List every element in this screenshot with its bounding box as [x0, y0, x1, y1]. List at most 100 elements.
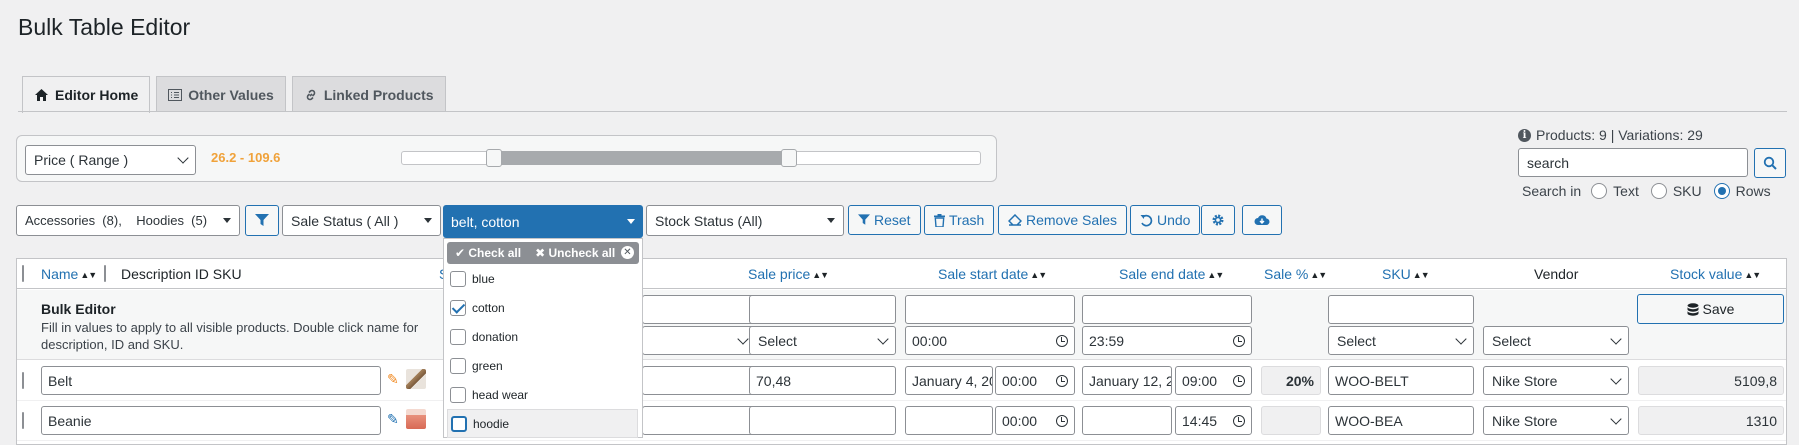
- bulk-sale-start-input[interactable]: [905, 295, 1075, 324]
- bulk-end-time-input[interactable]: 23:59: [1082, 326, 1252, 355]
- bulk-status-input[interactable]: [642, 295, 756, 324]
- tab-linked-products[interactable]: Linked Products: [291, 76, 446, 112]
- tag-checkbox[interactable]: [451, 415, 467, 432]
- filter-icon: [255, 214, 269, 226]
- reset-button[interactable]: Reset: [848, 205, 921, 235]
- col-name-header[interactable]: Name ▲▼: [41, 266, 97, 282]
- sku-value: WOO-BEA: [1335, 412, 1403, 429]
- sale-status-value: Sale Status ( All ): [291, 212, 399, 229]
- sort-icon: ▲▼: [1207, 270, 1224, 280]
- tag-checkbox[interactable]: [450, 357, 466, 374]
- col-sale-price-header[interactable]: Sale price ▲▼: [748, 266, 829, 282]
- sale-price-input[interactable]: 70,48: [749, 366, 896, 395]
- bulk-sale-end-input[interactable]: [1082, 295, 1252, 324]
- undo-button[interactable]: Undo: [1130, 205, 1201, 235]
- sale-end-date-input[interactable]: January 12, 20: [1082, 366, 1172, 395]
- cloud-download-button[interactable]: [1242, 205, 1282, 235]
- settings-button[interactable]: [1201, 205, 1235, 235]
- row-checkbox[interactable]: [22, 412, 24, 429]
- sku-input[interactable]: WOO-BEA: [1328, 406, 1474, 435]
- bulk-vendor-select[interactable]: Select: [1483, 326, 1629, 355]
- bulk-sale-price-select[interactable]: Select: [749, 326, 896, 355]
- price-filter-select[interactable]: Price ( Range ): [25, 145, 196, 175]
- bulk-sale-price-input[interactable]: [749, 295, 896, 324]
- col-sale-start-header[interactable]: Sale start date ▲▼: [938, 266, 1047, 282]
- stock-status-select[interactable]: Stock Status (All): [646, 205, 844, 236]
- tags-multiselect[interactable]: belt, cotton: [443, 205, 643, 238]
- tag-option-blue[interactable]: blue: [447, 264, 639, 293]
- edit-icon[interactable]: ✎: [387, 411, 399, 428]
- bulk-status-select[interactable]: [642, 326, 756, 355]
- sku-input[interactable]: WOO-BELT: [1328, 366, 1474, 395]
- tag-option-label: blue: [472, 271, 495, 286]
- close-icon[interactable]: ✕: [621, 246, 634, 259]
- tab-other-values[interactable]: Other Values: [156, 76, 286, 112]
- search-button[interactable]: [1754, 148, 1786, 178]
- tag-option-label: head wear: [472, 387, 529, 402]
- bulk-sku-input[interactable]: [1328, 295, 1474, 324]
- tag-checkbox[interactable]: [450, 386, 466, 403]
- col-sale-end-header[interactable]: Sale end date ▲▼: [1119, 266, 1224, 282]
- vendor-select[interactable]: Nike Store: [1483, 406, 1629, 435]
- sale-start-time-input[interactable]: 00:00: [995, 406, 1075, 435]
- remove-sales-button[interactable]: Remove Sales: [998, 205, 1128, 235]
- gear-icon: [1212, 214, 1224, 226]
- slider-handle-max[interactable]: [781, 149, 798, 167]
- sale-start-date-input[interactable]: [905, 406, 993, 435]
- trash-icon: [934, 213, 945, 227]
- tab-label: Other Values: [188, 86, 274, 103]
- radio-rows[interactable]: [1713, 183, 1730, 199]
- filter-button[interactable]: [245, 205, 279, 236]
- tag-option-cotton[interactable]: cotton: [447, 293, 639, 322]
- sale-status-select[interactable]: Sale Status ( All ): [282, 205, 441, 236]
- tag-checkbox[interactable]: [450, 270, 466, 287]
- row-checkbox[interactable]: [22, 372, 24, 389]
- tag-option-hoodie[interactable]: hoodie: [447, 409, 638, 438]
- sale-end-time-input[interactable]: 09:00: [1175, 366, 1252, 395]
- radio-text[interactable]: [1591, 183, 1608, 199]
- sale-end-date-input[interactable]: [1082, 406, 1172, 435]
- select-all-checkbox[interactable]: [22, 265, 24, 282]
- tag-option-label: hoodie: [473, 416, 510, 431]
- products-table: Name▲▼ Description ID SKU S Sale price▲▼…: [16, 258, 1787, 445]
- vendor-value: Nike Store: [1492, 412, 1558, 429]
- product-name-input[interactable]: Beanie: [41, 406, 381, 435]
- save-button[interactable]: Save: [1637, 294, 1784, 324]
- product-status-input[interactable]: [642, 406, 756, 435]
- edit-icon[interactable]: ✎: [387, 371, 399, 388]
- product-thumbnail[interactable]: [406, 369, 426, 389]
- tag-checkbox[interactable]: [450, 299, 466, 316]
- category-filter-select[interactable]: Accessories (8), Hoodies (5): [16, 205, 240, 236]
- col-sku-header[interactable]: SKU ▲▼: [1382, 266, 1430, 282]
- tag-option-head-wear[interactable]: head wear: [447, 380, 639, 409]
- stock-value-value: 1310: [1745, 412, 1777, 429]
- sale-end-time-input[interactable]: 14:45: [1175, 406, 1252, 435]
- sale-start-time-input[interactable]: 00:00: [995, 366, 1075, 395]
- sale-start-date-input[interactable]: January 4, 202: [905, 366, 993, 395]
- col-sale-pct-header[interactable]: Sale % ▲▼: [1264, 266, 1327, 282]
- bulk-sku-select[interactable]: Select: [1328, 326, 1474, 355]
- vendor-select[interactable]: Nike Store: [1483, 366, 1629, 395]
- bulk-start-time-input[interactable]: 00:00: [905, 326, 1075, 355]
- check-all-button[interactable]: ✔ Check all: [455, 246, 521, 260]
- col-stock-value-label: Stock value: [1670, 266, 1743, 282]
- radio-sku[interactable]: [1650, 183, 1667, 199]
- col-sale-price-label: Sale price: [748, 266, 811, 282]
- desc-id-sku-checkbox[interactable]: [104, 265, 106, 282]
- slider-handle-min[interactable]: [486, 149, 503, 167]
- product-name-input[interactable]: Belt: [41, 366, 381, 395]
- product-thumbnail[interactable]: [406, 409, 426, 429]
- search-input[interactable]: search: [1518, 148, 1748, 177]
- tab-editor-home[interactable]: Editor Home: [22, 76, 151, 113]
- radio-sku-label: SKU: [1672, 183, 1702, 199]
- uncheck-all-button[interactable]: ✖ Uncheck all: [535, 246, 615, 260]
- trash-button[interactable]: Trash: [924, 205, 995, 235]
- tag-checkbox[interactable]: [450, 328, 466, 345]
- price-range-slider[interactable]: [401, 149, 981, 167]
- sale-price-input[interactable]: [749, 406, 896, 435]
- product-status-input[interactable]: [642, 366, 756, 395]
- price-range-text: 26.2 - 109.6: [211, 150, 281, 165]
- tag-option-green[interactable]: green: [447, 351, 639, 380]
- col-stock-value-header[interactable]: Stock value ▲▼: [1670, 266, 1761, 282]
- tag-option-donation[interactable]: donation: [447, 322, 639, 351]
